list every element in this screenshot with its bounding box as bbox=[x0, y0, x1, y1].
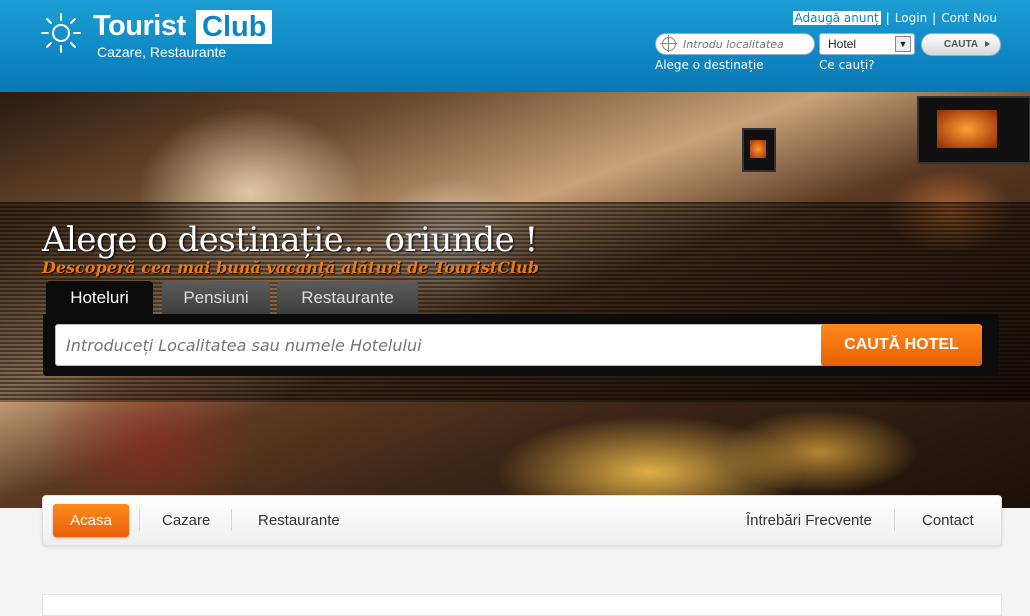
type-select-value: Hotel bbox=[828, 37, 857, 51]
destination-hint: Alege o destinație bbox=[655, 58, 764, 72]
tab-restaurante[interactable]: Restaurante bbox=[277, 281, 418, 315]
main-nav: Acasa Cazare Restaurante Întrebări Frecv… bbox=[42, 495, 1002, 546]
nav-item-acasa[interactable]: Acasa bbox=[53, 504, 129, 537]
content-area bbox=[42, 594, 1002, 616]
tab-pensiuni[interactable]: Pensiuni bbox=[162, 281, 270, 315]
nav-item-contact[interactable]: Contact bbox=[922, 504, 974, 537]
search-panel: CAUTĂ HOTEL bbox=[43, 314, 999, 376]
top-links: Adaugă anunț | Login | Cont Nou bbox=[792, 11, 997, 25]
nav-divider bbox=[231, 509, 232, 531]
separator: | bbox=[932, 11, 937, 25]
location-input[interactable] bbox=[681, 36, 810, 53]
crosshair-icon bbox=[660, 35, 677, 52]
chevron-down-icon[interactable]: ▼ bbox=[895, 36, 911, 52]
site-header: Tourist Club Cazare, Restaurante Adaugă … bbox=[0, 0, 1030, 92]
hero-title: Alege o destinație... oriunde ! bbox=[42, 220, 538, 260]
hero-banner: Alege o destinație... oriunde ! Descoper… bbox=[0, 92, 1030, 508]
new-account-link[interactable]: Cont Nou bbox=[941, 11, 997, 25]
quick-search-label: CAUTA bbox=[943, 39, 979, 50]
nav-item-restaurante[interactable]: Restaurante bbox=[258, 504, 340, 537]
type-hint: Ce cauți? bbox=[819, 58, 875, 72]
nav-divider bbox=[894, 509, 895, 531]
separator: | bbox=[885, 11, 890, 25]
logo-tagline: Cazare, Restaurante bbox=[97, 44, 227, 60]
tab-hoteluri[interactable]: Hoteluri bbox=[46, 281, 153, 315]
nav-item-cazare[interactable]: Cazare bbox=[162, 504, 210, 537]
hero-subtitle: Descoperă cea mai bună vacanță alături d… bbox=[42, 258, 539, 277]
search-hotel-button[interactable]: CAUTĂ HOTEL bbox=[821, 324, 982, 366]
tv-screen-image bbox=[742, 128, 776, 172]
logo-text-club[interactable]: Club bbox=[196, 10, 273, 44]
add-listing-link[interactable]: Adaugă anunț bbox=[792, 11, 881, 25]
location-field[interactable] bbox=[655, 33, 815, 55]
sun-icon bbox=[41, 13, 81, 53]
nav-item-faq[interactable]: Întrebări Frecvente bbox=[746, 504, 872, 537]
arrow-right-icon bbox=[985, 41, 990, 47]
type-select[interactable]: Hotel ▼ bbox=[819, 33, 915, 55]
tv-screen-image bbox=[917, 96, 1030, 164]
quick-search-button[interactable]: CAUTA bbox=[921, 33, 1001, 56]
logo-text-tourist[interactable]: Tourist bbox=[93, 10, 186, 43]
hotel-search-input[interactable] bbox=[55, 324, 829, 366]
nav-divider bbox=[139, 509, 140, 531]
login-link[interactable]: Login bbox=[895, 11, 927, 25]
